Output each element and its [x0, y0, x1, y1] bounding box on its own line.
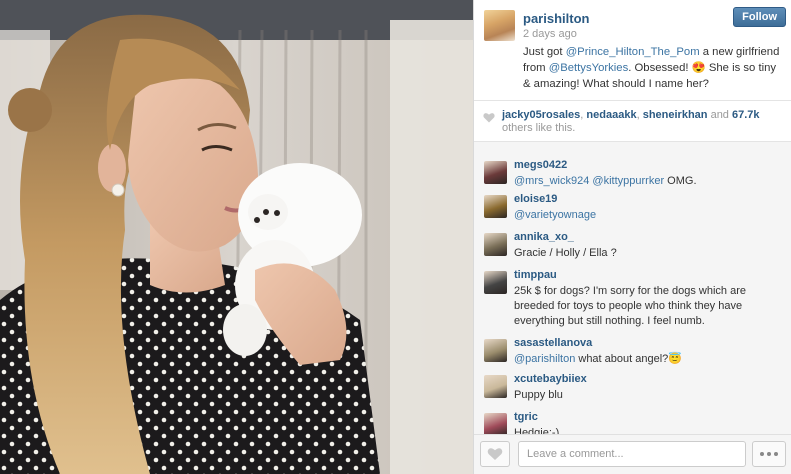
commenter-avatar[interactable] — [484, 375, 507, 398]
commenter-avatar[interactable] — [484, 413, 507, 434]
commenter-username[interactable]: timppau — [514, 269, 557, 281]
comment-item: timppau 25k $ for dogs? I'm sorry for the… — [474, 260, 791, 327]
photo-illustration — [0, 0, 473, 474]
comment-text-fragment: Gracie / Holly / Ella ? — [514, 247, 617, 259]
like-button[interactable] — [480, 441, 510, 467]
post-timestamp[interactable]: 2 days ago — [523, 28, 577, 40]
comment-text: @varietyownage — [514, 208, 784, 223]
commenter-username[interactable]: sasastellanova — [514, 337, 592, 349]
more-options-button[interactable] — [752, 441, 786, 467]
liker-username[interactable]: jacky05rosales — [502, 109, 580, 121]
comment-item: megs0422 @mrs_wick924 @kittyppurrker OMG. — [474, 150, 791, 187]
caption-text: Just got — [523, 46, 566, 58]
more-dots-icon — [774, 452, 778, 456]
more-dots-icon — [767, 452, 771, 456]
commenter-avatar[interactable] — [484, 339, 507, 362]
commenter-avatar[interactable] — [484, 233, 507, 256]
commenter-username[interactable]: megs0422 — [514, 159, 567, 171]
commenter-username[interactable]: tgric — [514, 411, 538, 423]
commenter-username[interactable]: annika_xo_ — [514, 231, 574, 243]
comment-input[interactable] — [518, 441, 746, 467]
post-caption: Just got @Prince_Hilton_The_Pom a new gi… — [523, 44, 783, 92]
post-details-panel: parishilton 2 days ago Follow Just got @… — [473, 0, 791, 474]
likes-count[interactable]: 67.7k — [732, 109, 760, 121]
more-dots-icon — [760, 452, 764, 456]
comment-text-fragment: Puppy blu — [514, 389, 563, 401]
comment-text-fragment: 25k $ for dogs? I'm sorry for the dogs w… — [514, 285, 746, 327]
caption-mention[interactable]: @Prince_Hilton_The_Pom — [566, 46, 700, 58]
comment-item: annika_xo_ Gracie / Holly / Ella ? — [474, 222, 791, 261]
comment-item: sasastellanova @parishilton what about an… — [474, 328, 791, 365]
comment-text-fragment: Hedgie:-) — [514, 427, 560, 434]
caption-mention[interactable]: @BettysYorkies — [549, 62, 629, 74]
commenter-avatar[interactable] — [484, 161, 507, 184]
comments-list[interactable]: megs0422 @mrs_wick924 @kittyppurrker OMG.… — [474, 142, 791, 434]
comment-item: tgric Hedgie:-) — [474, 402, 791, 434]
liker-username[interactable]: nedaaakk — [586, 109, 636, 121]
owner-avatar[interactable] — [484, 10, 515, 41]
comment-text: 25k $ for dogs? I'm sorry for the dogs w… — [514, 284, 784, 329]
liker-username[interactable]: sheneirkhan — [643, 109, 708, 121]
commenter-avatar[interactable] — [484, 271, 507, 294]
comment-text: Hedgie:-) — [514, 426, 784, 434]
comment-text: Puppy blu — [514, 388, 784, 403]
commenter-username[interactable]: eloise19 — [514, 193, 557, 205]
comment-mention[interactable]: @varietyownage — [514, 209, 596, 221]
heart-icon — [483, 113, 495, 123]
comment-item: eloise19 @varietyownage — [474, 184, 791, 223]
commenter-avatar[interactable] — [484, 195, 507, 218]
likes-summary: jacky05rosales, nedaaakk, sheneirkhan an… — [474, 100, 791, 142]
comment-item: xcutebaybiiex Puppy blu — [474, 364, 791, 403]
owner-username[interactable]: parishilton — [523, 11, 589, 26]
likes-suffix: others like this. — [502, 122, 576, 134]
comment-footer — [474, 434, 791, 474]
heart-outline-icon — [487, 448, 503, 460]
post-photo — [0, 0, 473, 474]
follow-button[interactable]: Follow — [733, 7, 786, 27]
likes-and: and — [707, 109, 732, 121]
comment-text: Gracie / Holly / Ella ? — [514, 246, 784, 261]
commenter-username[interactable]: xcutebaybiiex — [514, 373, 587, 385]
post-header: parishilton 2 days ago Follow Just got @… — [474, 0, 791, 100]
